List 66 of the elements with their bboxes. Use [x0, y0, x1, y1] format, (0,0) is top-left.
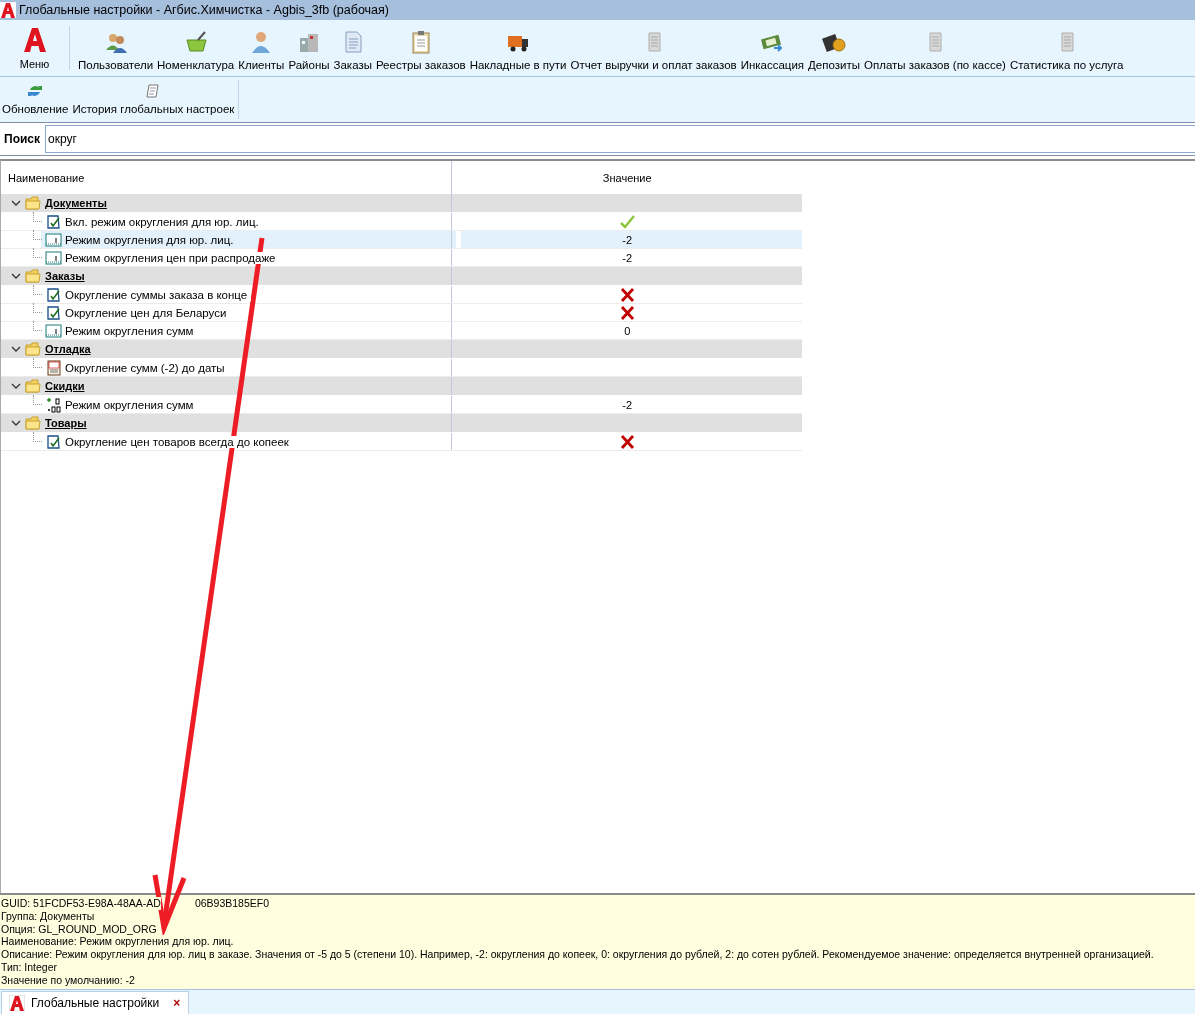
number-field-icon: [45, 249, 62, 266]
refresh-icon: [27, 83, 44, 99]
toolbar-button[interactable]: Статистика по услуга: [1007, 20, 1126, 76]
toolbar-button[interactable]: Накладные в пути: [467, 20, 569, 76]
setting-value: -2: [622, 398, 633, 411]
toolbar-button[interactable]: История глобальных настроек: [70, 80, 237, 119]
info-text: 06B93B185EF0: [194, 897, 270, 910]
setting-row[interactable]: Округление цен товаров всегда до копеек: [1, 433, 802, 451]
group-row[interactable]: Товары: [1, 414, 802, 433]
toolbar-button[interactable]: Пользователи: [76, 20, 156, 76]
search-label: Поиск: [3, 132, 41, 146]
calendar-icon: [45, 359, 62, 376]
toolbar-button[interactable]: Депозиты: [806, 20, 862, 76]
folder-icon: [25, 379, 41, 393]
folder-icon: [25, 196, 41, 210]
toolbar-button[interactable]: Обновление: [0, 80, 71, 119]
menu-button[interactable]: Меню: [0, 26, 70, 70]
info-text: Наименование: Режим округления для юр. лиц.: [1, 935, 234, 949]
toolbar-button[interactable]: Оплаты заказов (по кассе): [862, 20, 1008, 76]
group-row[interactable]: Заказы: [1, 267, 802, 286]
info-text: GUID: 51FCDF53-E98A-48AA-AD: [1, 897, 161, 910]
scroll-icon: [145, 83, 162, 99]
folder-icon: [25, 416, 41, 430]
folder-icon: [25, 269, 41, 283]
toolbar-button[interactable]: Инкассация: [738, 20, 807, 76]
checkbox-doc-icon: [45, 433, 62, 450]
toolbar-button[interactable]: Районы: [286, 20, 332, 76]
group-label: Отладка: [45, 343, 91, 355]
column-header[interactable]: Наименование: [1, 171, 452, 184]
number-field-icon: [45, 322, 62, 339]
toolbar-button[interactable]: Отчет выручки и оплат заказов: [568, 20, 739, 76]
group-row[interactable]: Отладка: [1, 340, 802, 359]
number-field-icon: [45, 231, 62, 248]
close-button[interactable]: ×: [173, 996, 181, 1010]
info-text: Опция: GL_ROUND_MOD_ORG: [1, 922, 157, 936]
toolbar-button[interactable]: Заказы: [331, 20, 374, 76]
info-text: Описание: Режим округления для юр. лиц в заказе. Значения от -5 до 5 (степени 10). Например, -2: округления до копеек, 0: округления до рублей, 2: до сотен рублей. Рекомендуемое значение: определяется внутренней организацией.: [1, 948, 1154, 961]
folder-icon: [25, 342, 41, 356]
logo-icon: [22, 27, 47, 53]
setting-name: Округление суммы заказа в конце: [65, 288, 252, 301]
group-label: Товары: [45, 417, 87, 429]
checkbox-doc-icon: [45, 213, 62, 230]
decimal-icon: [45, 396, 62, 413]
toolbar-button[interactable]: Реестры заказов: [373, 20, 468, 76]
group-label: Заказы: [45, 270, 85, 282]
setting-row[interactable]: Округление цен для Беларуси: [1, 304, 802, 322]
basket-icon: [183, 30, 208, 54]
setting-row[interactable]: Округление суммы заказа в конце: [1, 286, 802, 304]
setting-value: 0: [624, 324, 631, 337]
setting-value: -2: [622, 233, 633, 246]
window-title: Глобальные настройки - Агбис.Химчистка - Agbis_3fb (рабочая): [19, 3, 389, 17]
group-row[interactable]: Документы: [1, 194, 802, 213]
setting-row[interactable]: Режим округления для юр. лиц. -2: [1, 231, 802, 249]
setting-value: -2: [622, 251, 633, 264]
checkbox-doc-icon: [45, 304, 62, 321]
info-text: Значение по умолчанию: -2: [1, 973, 135, 987]
toolbar-button[interactable]: Номенклатура: [155, 20, 237, 76]
app-logo-icon: [0, 2, 16, 18]
document-tab[interactable]: Глобальные настройки ×: [1, 991, 190, 1014]
checkbox-doc-icon: [45, 286, 62, 303]
app-logo-icon: [9, 995, 25, 1011]
group-label: Документы: [45, 197, 107, 209]
group-label: Скидки: [45, 380, 85, 392]
group-row[interactable]: Скидки: [1, 377, 802, 396]
search-field[interactable]: округ: [45, 125, 1195, 153]
toolbar-button[interactable]: Клиенты: [236, 20, 287, 76]
